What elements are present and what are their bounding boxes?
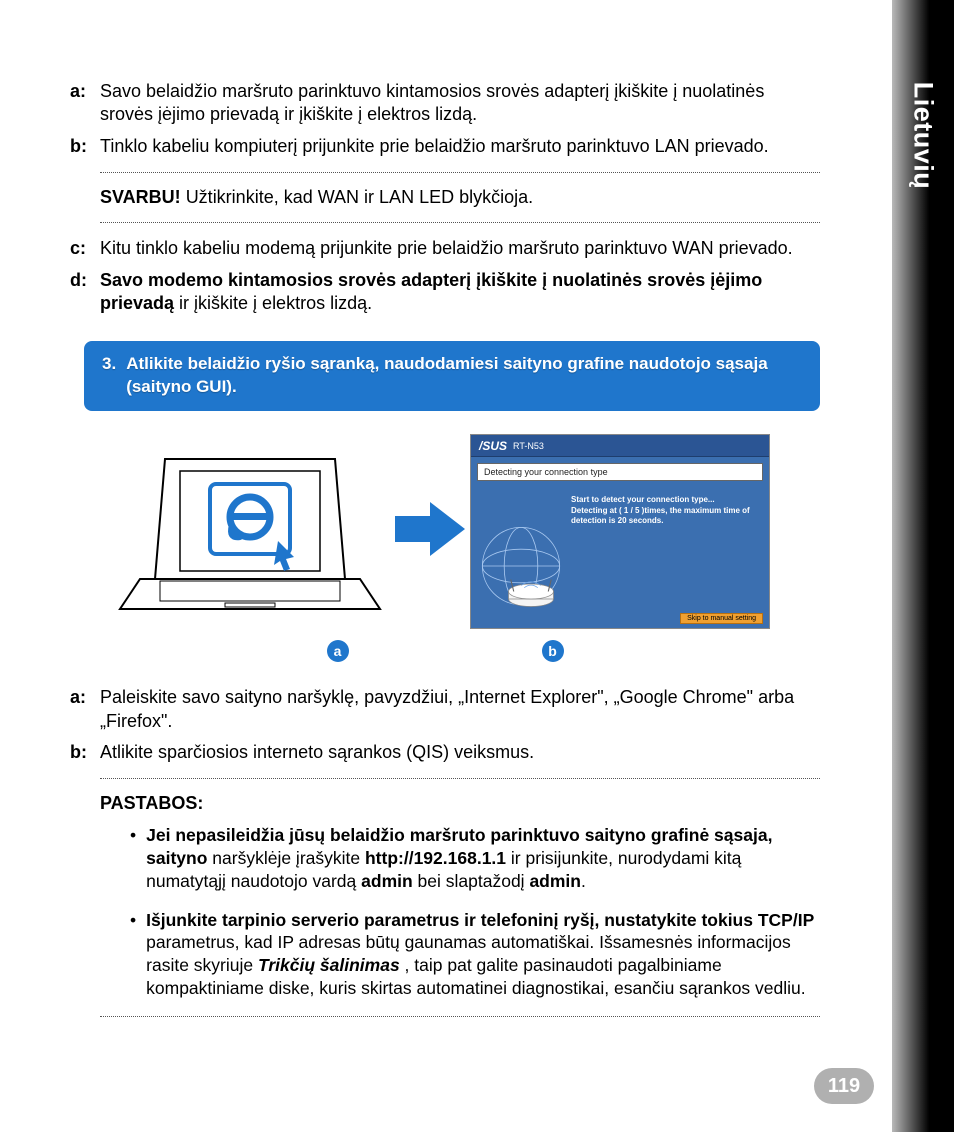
bullet-icon: • — [130, 824, 136, 892]
step-label: c: — [70, 237, 100, 260]
divider — [100, 1016, 820, 1017]
important-note: SVARBU! Užtikrinkite, kad WAN ir LAN LED… — [100, 187, 820, 208]
note-bold: Išjunkite tarpinio serverio parametrus i… — [146, 910, 814, 930]
note-item: • Jei nepasileidžia jūsų belaidžio maršr… — [130, 824, 820, 892]
laptop-illustration — [110, 429, 390, 634]
note-em: Trikčių šalinimas — [258, 955, 400, 975]
language-side-tab: Lietuvių — [892, 0, 954, 1132]
note-text: Jei nepasileidžia jūsų belaidžio maršrut… — [146, 824, 820, 892]
step-label: d: — [70, 269, 100, 316]
badge-b: b — [542, 640, 564, 662]
note-span: . — [581, 871, 586, 891]
divider — [100, 222, 820, 223]
router-icon — [503, 578, 559, 608]
badge-a: a — [327, 640, 349, 662]
page-number: 119 — [814, 1068, 874, 1104]
step-d: d: Savo modemo kintamosios srovės adapte… — [70, 269, 820, 316]
note-span: bei slaptažodį — [413, 871, 530, 891]
step-b2: b: Atlikite sparčiosios interneto sąrank… — [70, 741, 820, 764]
step-b: b: Tinklo kabeliu kompiuterį prijunkite … — [70, 135, 820, 158]
step-label: a: — [70, 80, 100, 127]
gui-msg-line2: Detecting at ( 1 / 5 )times, the maximum… — [571, 506, 750, 525]
step-label: b: — [70, 135, 100, 158]
note-admin: admin — [361, 871, 413, 891]
notes-heading: PASTABOS: — [100, 793, 820, 814]
step-d-tail: ir įkiškite į elektros lizdą. — [174, 293, 372, 313]
important-label: SVARBU! — [100, 187, 181, 207]
gui-status-bar: Detecting your connection type — [477, 463, 763, 481]
note-item: • Išjunkite tarpinio serverio parametrus… — [130, 909, 820, 1000]
step-a2: a: Paleiskite savo saityno naršyklę, pav… — [70, 686, 820, 733]
step-text: Savo modemo kintamosios srovės adapterį … — [100, 269, 820, 316]
step-label: b: — [70, 741, 100, 764]
badge-row: a b — [110, 640, 780, 662]
step-text: Kitu tinklo kabeliu modemą prijunkite pr… — [100, 237, 820, 260]
step-label: a: — [70, 686, 100, 733]
arrow-icon — [390, 494, 470, 569]
bullet-icon: • — [130, 909, 136, 1000]
gui-brand: /SUS — [479, 439, 507, 453]
callout-text: Atlikite belaidžio ryšio sąranką, naudod… — [126, 353, 802, 399]
callout-step-3: 3. Atlikite belaidžio ryšio sąranką, nau… — [84, 341, 820, 411]
divider — [100, 778, 820, 779]
step-a: a: Savo belaidžio maršruto parinktuvo ki… — [70, 80, 820, 127]
gui-msg-line1: Start to detect your connection type... — [571, 495, 715, 504]
step-text: Paleiskite savo saityno naršyklę, pavyzd… — [100, 686, 820, 733]
gui-header: /SUS RT-N53 — [471, 435, 769, 457]
step-text: Savo belaidžio maršruto parinktuvo kinta… — [100, 80, 820, 127]
gui-skip-button: Skip to manual setting — [680, 613, 763, 624]
note-text: Išjunkite tarpinio serverio parametrus i… — [146, 909, 820, 1000]
router-gui-screenshot: /SUS RT-N53 Detecting your connection ty… — [470, 434, 780, 629]
gui-message: Start to detect your connection type... … — [571, 495, 759, 526]
divider — [100, 172, 820, 173]
note-url: http://192.168.1.1 — [365, 848, 506, 868]
step-c: c: Kitu tinklo kabeliu modemą prijunkite… — [70, 237, 820, 260]
step-text: Tinklo kabeliu kompiuterį prijunkite pri… — [100, 135, 820, 158]
callout-number: 3. — [102, 353, 116, 399]
step-text: Atlikite sparčiosios interneto sąrankos … — [100, 741, 820, 764]
illustration-row: /SUS RT-N53 Detecting your connection ty… — [110, 429, 780, 634]
note-admin: admin — [529, 871, 581, 891]
page-content: a: Savo belaidžio maršruto parinktuvo ki… — [0, 0, 890, 1071]
gui-model: RT-N53 — [513, 441, 544, 451]
note-span: naršyklėje įrašykite — [207, 848, 365, 868]
important-body: Užtikrinkite, kad WAN ir LAN LED blykčio… — [186, 187, 533, 207]
language-label: Lietuvių — [908, 82, 939, 190]
